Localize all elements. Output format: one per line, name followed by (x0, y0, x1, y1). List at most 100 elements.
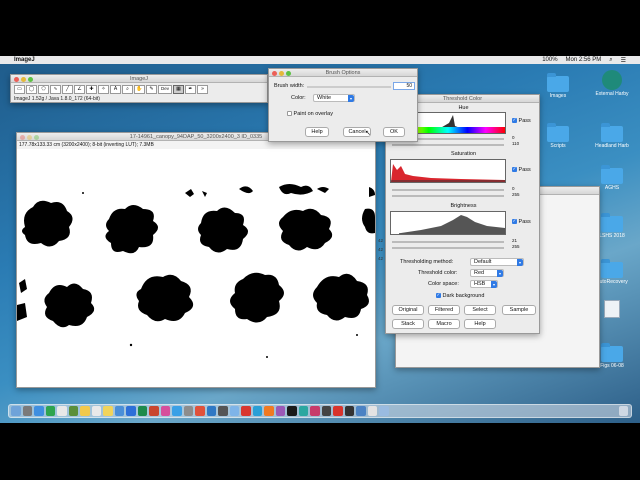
minimize-button[interactable] (279, 70, 284, 76)
wand-tool-icon[interactable]: ✧ (98, 85, 109, 94)
dock (8, 404, 632, 418)
brightness-max-slider[interactable] (392, 247, 504, 249)
itunes-icon[interactable] (160, 406, 170, 416)
brush-color-select[interactable]: White ▾ (313, 94, 355, 102)
select-button[interactable]: Select (464, 305, 496, 315)
close-button[interactable] (14, 76, 19, 82)
line-tool-icon[interactable]: ╱ (62, 85, 73, 94)
saturation-label: Saturation (450, 151, 477, 157)
notes-icon[interactable] (103, 406, 113, 416)
minimize-button[interactable] (27, 134, 32, 140)
sample-button[interactable]: Sample (502, 305, 536, 315)
oval-tool-icon[interactable]: ◯ (26, 85, 37, 94)
threshold-help-button[interactable]: Help (464, 319, 496, 329)
brush-width-slider[interactable] (307, 86, 391, 88)
acrobat-icon[interactable] (241, 406, 251, 416)
trash-icon[interactable] (618, 406, 628, 416)
photos-icon[interactable] (80, 406, 90, 416)
drive-icon (602, 70, 622, 90)
firefox-icon[interactable] (264, 406, 274, 416)
search-icon[interactable]: ⌕ (609, 57, 612, 64)
battery-status[interactable]: 100% (542, 57, 557, 64)
music-icon[interactable] (310, 406, 320, 416)
pdf-icon[interactable] (333, 406, 343, 416)
safari-icon[interactable] (34, 406, 44, 416)
app-menu-name[interactable]: ImageJ (14, 57, 35, 63)
brush-ok-button[interactable]: OK (383, 127, 405, 137)
brush-tool-icon[interactable]: ▦ (173, 85, 184, 94)
brush-options-dialog: Brush Options Brush width: 50 Color: Whi… (268, 68, 418, 142)
maps-icon[interactable] (68, 406, 78, 416)
app-store-icon[interactable] (172, 406, 182, 416)
arrow-tool-icon[interactable]: » (197, 85, 208, 94)
powerpoint-icon[interactable] (149, 406, 159, 416)
chrome-icon[interactable] (195, 406, 205, 416)
dark-background-toggle[interactable]: Dark background (436, 292, 484, 299)
point-tool-icon[interactable]: ✚ (86, 85, 97, 94)
minimize-button[interactable] (21, 76, 26, 82)
excel-icon[interactable] (137, 406, 147, 416)
brightness-min-slider[interactable] (392, 241, 504, 243)
dropper-tool-icon[interactable]: ✒ (185, 85, 196, 94)
desktop-icon-external[interactable]: External Harby (592, 70, 632, 97)
folder-dock-icon[interactable] (379, 406, 389, 416)
filtered-button[interactable]: Filtered (428, 305, 460, 315)
calendar-icon[interactable] (91, 406, 101, 416)
zoom-button[interactable] (34, 134, 39, 140)
method-select[interactable]: Default ▾ (470, 258, 524, 266)
text-tool-icon[interactable]: A (110, 85, 121, 94)
reminders-icon[interactable] (114, 406, 124, 416)
activity-monitor-icon[interactable] (344, 406, 354, 416)
close-button[interactable] (272, 70, 277, 76)
threshold-color-label: Threshold color: (418, 270, 458, 276)
zoom-app-icon[interactable] (252, 406, 262, 416)
brightness-pass-toggle[interactable]: Pass (512, 218, 531, 225)
system-preferences-icon[interactable] (183, 406, 193, 416)
saturation-pass-toggle[interactable]: Pass (512, 166, 531, 173)
zoom-button[interactable] (286, 70, 291, 76)
launchpad-icon[interactable] (22, 406, 32, 416)
scroll-tool-icon[interactable]: ✋ (134, 85, 145, 94)
clock[interactable]: Mon 2:56 PM (566, 57, 602, 64)
saturation-min-slider[interactable] (392, 189, 504, 191)
brush-help-button[interactable]: Help (305, 127, 329, 137)
color-picker-icon[interactable]: ✎ (146, 85, 157, 94)
camera-icon[interactable] (321, 406, 331, 416)
messages-icon[interactable] (45, 406, 55, 416)
finder-icon[interactable] (11, 406, 21, 416)
stack-button[interactable]: Stack (392, 319, 424, 329)
rstudio-icon[interactable] (298, 406, 308, 416)
threshold-color-select[interactable]: Red ▾ (470, 269, 504, 277)
word-icon[interactable] (126, 406, 136, 416)
macro-button[interactable]: Macro (428, 319, 460, 329)
desktop-icon-headland[interactable]: Headland Harb (592, 123, 632, 149)
angle-tool-icon[interactable]: ∠ (74, 85, 85, 94)
desktop-icon-images[interactable]: Images (538, 73, 578, 99)
imagej-dock-icon[interactable] (287, 406, 297, 416)
zoom-button[interactable] (28, 76, 33, 82)
color-space-select[interactable]: HSB ▾ (470, 280, 498, 288)
textedit-icon[interactable] (367, 406, 377, 416)
menu-list-icon[interactable]: ☰ (621, 57, 626, 64)
freehand-tool-icon[interactable]: ∿ (50, 85, 61, 94)
mail-icon[interactable] (57, 406, 67, 416)
terminal-icon[interactable] (218, 406, 228, 416)
saturation-max-slider[interactable] (392, 195, 504, 197)
brush-width-field[interactable]: 50 (393, 82, 415, 90)
preview-icon[interactable] (229, 406, 239, 416)
desktop-icon-scripts[interactable]: Scripts (538, 123, 578, 149)
close-button[interactable] (20, 134, 25, 140)
skype-icon[interactable] (206, 406, 216, 416)
rectangle-tool-icon[interactable]: ▭ (14, 85, 25, 94)
plant-canopy-image[interactable] (17, 149, 375, 385)
onenote-icon[interactable] (275, 406, 285, 416)
dropbox-icon[interactable] (356, 406, 366, 416)
dev-button[interactable]: Dev (158, 85, 172, 94)
paint-on-overlay-toggle[interactable]: Paint on overlay (287, 111, 333, 117)
magnifier-tool-icon[interactable]: ⌕ (122, 85, 133, 94)
hue-max-slider[interactable] (392, 144, 504, 146)
brush-width-label: Brush width: (274, 83, 305, 89)
polygon-tool-icon[interactable]: ⬠ (38, 85, 49, 94)
hue-pass-toggle[interactable]: Pass (512, 117, 531, 124)
original-button[interactable]: Original (392, 305, 424, 315)
